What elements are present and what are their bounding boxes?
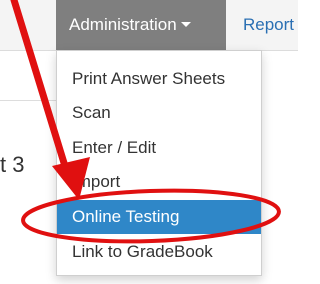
menu-item-online-testing[interactable]: Online Testing	[57, 200, 261, 234]
divider	[0, 100, 60, 101]
top-navbar: Administration Report	[0, 0, 298, 51]
menu-item-scan[interactable]: Scan	[57, 96, 261, 130]
menu-item-print-answer-sheets[interactable]: Print Answer Sheets	[57, 62, 261, 96]
caret-down-icon	[180, 22, 191, 28]
administration-label: Administration	[69, 15, 177, 34]
menu-item-import[interactable]: Import	[57, 165, 261, 199]
menu-item-enter-edit[interactable]: Enter / Edit	[57, 131, 261, 165]
administration-menu-button[interactable]: Administration	[56, 0, 226, 50]
page: Administration Report t 3 Print Answer S…	[0, 0, 298, 284]
menu-item-link-to-gradebook[interactable]: Link to GradeBook	[57, 235, 261, 269]
reports-nav-link[interactable]: Report	[243, 0, 294, 50]
administration-dropdown-menu: Print Answer Sheets Scan Enter / Edit Im…	[56, 50, 262, 276]
page-heading-fragment: t 3	[0, 152, 25, 177]
